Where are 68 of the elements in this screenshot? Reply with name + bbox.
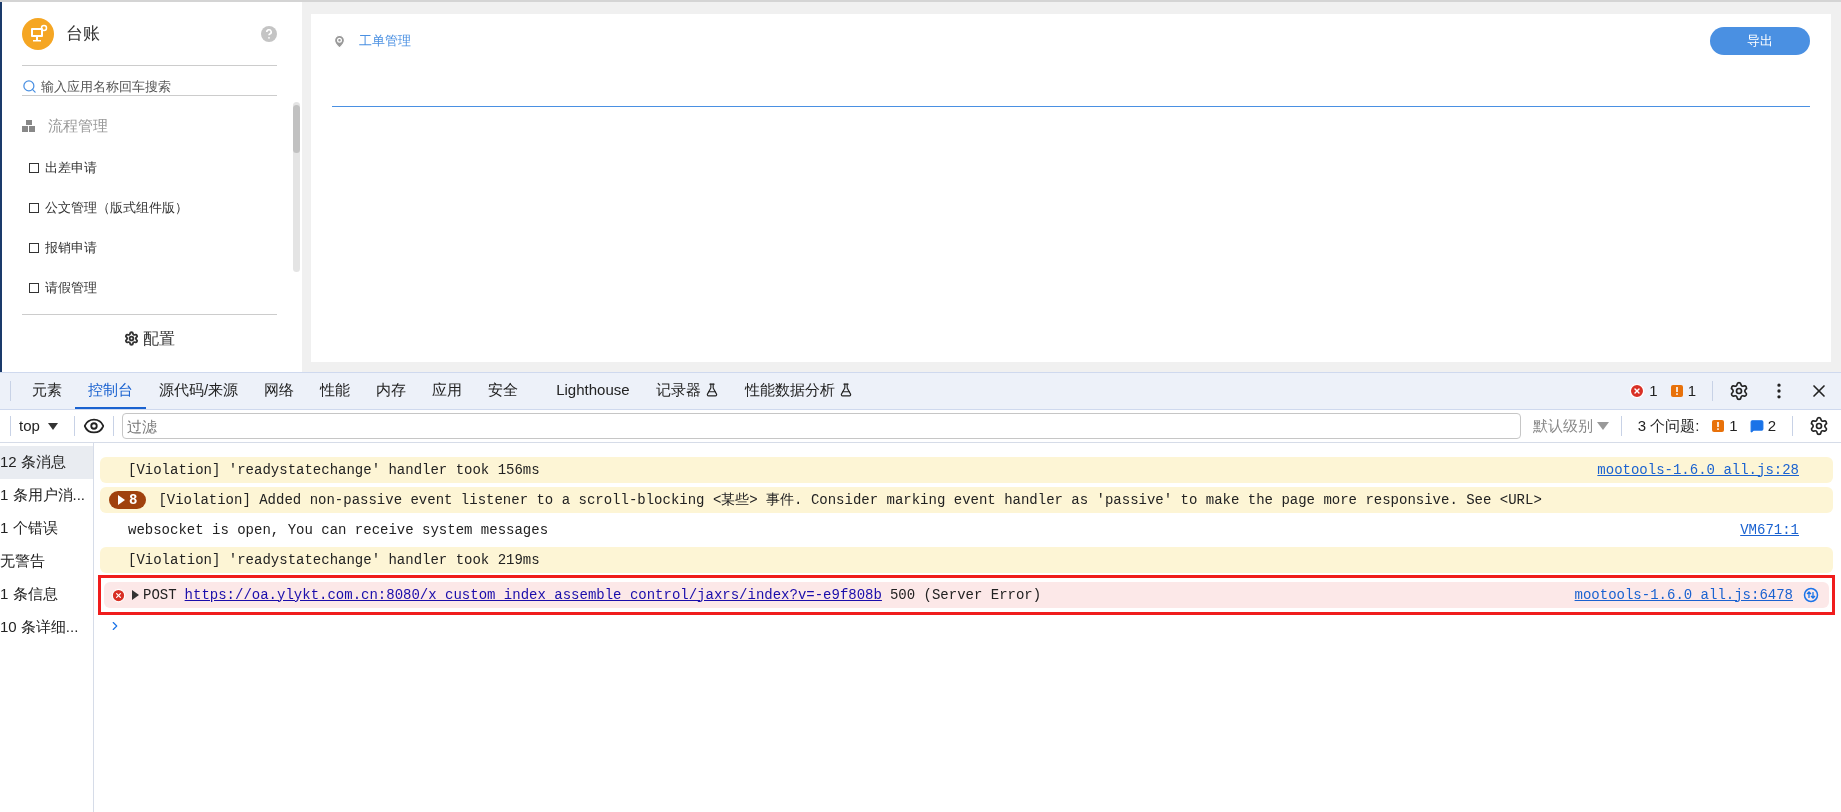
log-level-select[interactable]: 默认级别 xyxy=(1520,414,1621,438)
devtools-tab[interactable]: 安全 xyxy=(475,373,532,409)
message-text: websocket is open, You can receive system messages xyxy=(128,520,549,540)
devtools-tab[interactable]: 元素 xyxy=(19,373,75,409)
flask-icon xyxy=(704,383,719,397)
devtools-tab[interactable]: 源代码/来源 xyxy=(146,373,252,409)
error-count: 1 xyxy=(1649,380,1658,401)
devtools-tab[interactable]: 应用 xyxy=(419,373,476,409)
source-link[interactable]: mootools-1.6.0_all.js:6478 xyxy=(1574,584,1793,606)
network-icon[interactable] xyxy=(1803,587,1819,603)
scrollbar-thumb[interactable] xyxy=(293,105,300,153)
dropdown-caret-icon xyxy=(1596,422,1609,430)
warning-count: 1 xyxy=(1687,380,1696,401)
error-icon xyxy=(1629,383,1646,399)
console-sidebar-item[interactable]: 1 条信息 xyxy=(0,578,93,611)
console-sidebar-item[interactable]: 12 条消息 xyxy=(0,446,93,479)
config-button[interactable]: 配置 xyxy=(124,326,175,351)
console-sidebar-item[interactable]: 10 条详细... xyxy=(0,611,93,644)
settings-icon[interactable] xyxy=(1729,381,1749,401)
source-link[interactable]: VM671:1 xyxy=(1740,519,1799,541)
warning-icon xyxy=(1669,384,1684,398)
devtools-tab[interactable]: 记录器 xyxy=(642,373,732,409)
app-list-item[interactable]: 报销申请 xyxy=(22,228,277,268)
checkbox[interactable] xyxy=(29,283,39,293)
play-icon xyxy=(118,495,125,505)
search-field[interactable]: 输入应用名称回车搜索 xyxy=(22,78,277,96)
issues-button[interactable]: 1 2 xyxy=(1711,414,1776,438)
message-text: [Violation] 'readystatechange' handler took 219ms xyxy=(128,550,540,570)
devtools-tab[interactable]: 性能 xyxy=(307,373,364,409)
warning-icon xyxy=(1711,419,1726,433)
breadcrumb-link[interactable]: 工单管理 xyxy=(359,31,411,51)
location-pin-icon xyxy=(332,33,347,49)
devtools-tab[interactable]: Lighthouse xyxy=(543,373,643,409)
message-text: [Violation] 'readystatechange' handler took 156ms xyxy=(128,460,540,480)
app-list-item[interactable]: 出差申请 xyxy=(22,148,277,188)
repeat-count-badge: 8 xyxy=(109,491,147,509)
expand-icon[interactable] xyxy=(132,590,139,600)
checkbox[interactable] xyxy=(29,203,39,213)
message-icon xyxy=(1749,419,1764,433)
console-sidebar-item[interactable]: 1 条用户消... xyxy=(0,479,93,512)
checkbox[interactable] xyxy=(29,163,39,173)
app-logo-icon xyxy=(22,17,54,50)
settings-icon[interactable] xyxy=(1809,416,1829,436)
source-link[interactable]: mootools-1.6.0_all.js:28 xyxy=(1597,459,1799,481)
search-icon xyxy=(22,79,37,94)
checkbox[interactable] xyxy=(29,243,39,253)
request-url-link[interactable]: https://oa.ylykt.com.cn:8080/x_custom_index_assemble_control/jaxrs/index?v=-e9f808b xyxy=(184,584,882,606)
message-text: 500 (Server Error) xyxy=(889,585,1042,605)
issues-label: 3 个问题: xyxy=(1637,415,1700,436)
group-title: 流程管理 xyxy=(48,115,108,136)
app-list-item[interactable]: 公文管理（版式组件版） xyxy=(22,188,277,228)
blocks-icon xyxy=(22,120,36,132)
console-sidebar-item[interactable]: 1 个错误 xyxy=(0,512,93,545)
devtools-tab[interactable]: 控制台 xyxy=(75,373,146,409)
message-text: [Violation] Added non-passive event listener to a scroll-blocking <某些> 事件. Consider marking event handler as 'passive' to make the page more responsive. See <URL> xyxy=(158,490,1542,510)
dropdown-caret-icon xyxy=(47,422,58,430)
gear-icon xyxy=(124,331,139,346)
app-title: 台账 xyxy=(66,22,100,45)
devtools-tab[interactable]: 性能数据分析 xyxy=(731,373,866,409)
context-select[interactable]: top xyxy=(11,414,66,438)
console-sidebar-item[interactable]: 无警告 xyxy=(0,545,93,578)
app-list-item[interactable]: 请假管理 xyxy=(22,268,277,308)
filter-field[interactable]: 过滤 xyxy=(121,413,1521,439)
devtools-tab[interactable]: 网络 xyxy=(251,373,308,409)
error-icon xyxy=(111,587,126,603)
request-method: POST xyxy=(143,585,177,605)
flask-icon xyxy=(838,383,853,397)
devtools-tab[interactable]: 内存 xyxy=(363,373,420,409)
